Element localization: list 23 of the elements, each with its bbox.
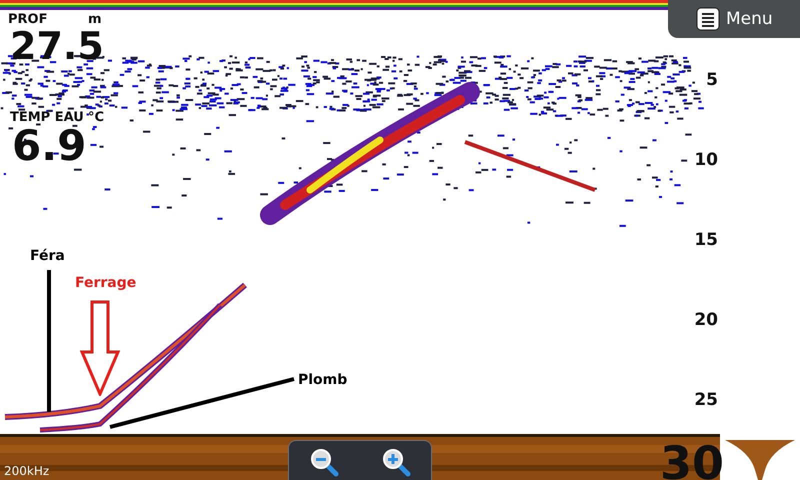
depth-tick: 20 [694, 310, 718, 330]
readout-label: PROF [8, 12, 48, 27]
unit-label: °C [88, 110, 104, 125]
down-arrow-icon [80, 300, 120, 396]
depth-tick: 5 [706, 70, 718, 90]
readout-label: TEMP EAU [10, 110, 84, 125]
annotation-label: Ferrage [75, 275, 136, 291]
frequency-label: 200kHz [4, 464, 50, 478]
readout-value: 6.9 [12, 125, 86, 167]
depth-tick: 10 [694, 150, 718, 170]
zoom-in-icon [381, 447, 411, 477]
unit-label: m [88, 12, 102, 27]
menu-button[interactable]: Menu [668, 0, 800, 38]
zoom-out-icon [309, 447, 339, 477]
zoom-in-button[interactable] [381, 447, 411, 477]
annotation-label: Féra [30, 248, 65, 264]
zoom-out-button[interactable] [309, 447, 339, 477]
sonar-cone-icon [725, 440, 795, 480]
depth-tick: 25 [694, 390, 718, 410]
readout-value: 27.5 [10, 27, 104, 65]
menu-icon [696, 7, 720, 31]
annotation-label: Plomb [298, 372, 348, 388]
depth-tick: 15 [694, 230, 718, 250]
